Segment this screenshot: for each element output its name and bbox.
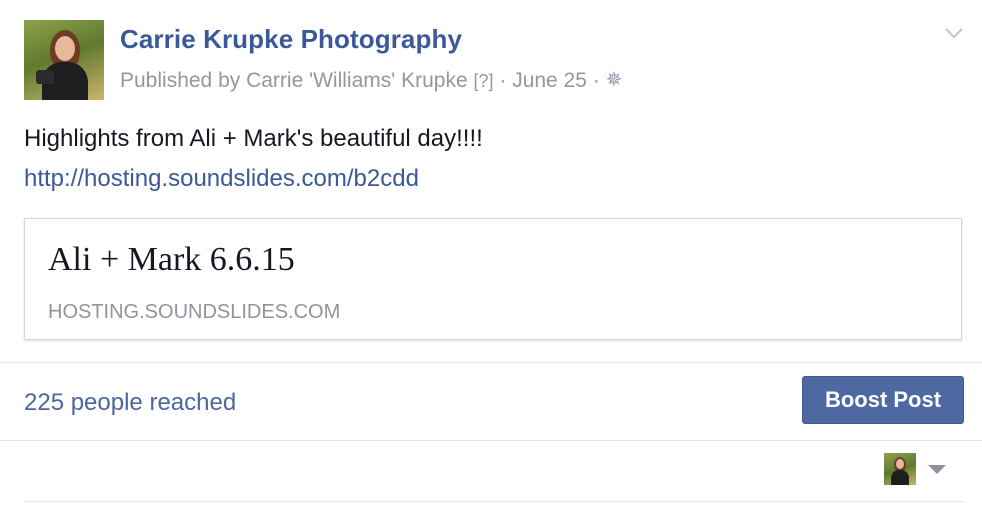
avatar-face <box>55 36 75 61</box>
help-marker[interactable]: [?] <box>473 71 493 91</box>
divider <box>24 501 964 502</box>
avatar-body <box>891 470 909 485</box>
chevron-down-icon[interactable] <box>944 24 964 42</box>
camera-icon <box>36 70 54 84</box>
link-preview-card[interactable]: Ali + Mark 6.6.15 HOSTING.SOUNDSLIDES.CO… <box>24 218 962 340</box>
avatar-face <box>896 459 904 469</box>
people-reached-link[interactable]: 225 people reached <box>24 389 236 417</box>
page-profile-picture[interactable] <box>24 20 104 100</box>
post-date[interactable]: June 25 <box>512 69 587 92</box>
meta-separator: · <box>592 69 600 92</box>
meta-separator: · <box>499 69 507 92</box>
divider <box>0 440 982 441</box>
acting-as-avatar[interactable] <box>884 453 916 485</box>
post-url-link[interactable]: http://hosting.soundslides.com/b2cdd <box>24 165 419 193</box>
divider <box>0 362 982 363</box>
caret-down-icon[interactable] <box>928 465 946 474</box>
link-card-title: Ali + Mark 6.6.15 <box>48 241 295 278</box>
page-name-link[interactable]: Carrie Krupke Photography <box>120 24 462 55</box>
published-by-text[interactable]: Published by Carrie 'Williams' Krupke <box>120 69 468 92</box>
post-message: Highlights from Ali + Mark's beautiful d… <box>24 125 483 152</box>
gear-icon[interactable]: ✵ <box>606 67 623 92</box>
boost-post-button[interactable]: Boost Post <box>802 376 964 424</box>
post-meta: Published by Carrie 'Williams' Krupke [?… <box>120 67 622 93</box>
link-card-domain: HOSTING.SOUNDSLIDES.COM <box>48 301 341 323</box>
